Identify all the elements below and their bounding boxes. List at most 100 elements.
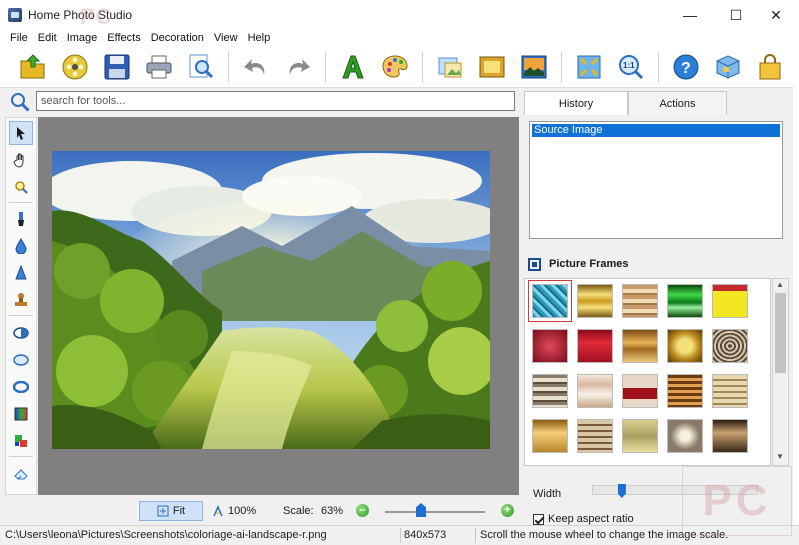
sharpen-tool[interactable] [9, 261, 33, 285]
undo-button[interactable] [240, 51, 272, 83]
text-a-icon [342, 55, 364, 78]
frame-thumbnail[interactable] [532, 329, 568, 363]
menu-edit[interactable]: Edit [33, 32, 62, 44]
checkbox-checked-icon[interactable] [533, 513, 544, 525]
history-list: Source Image [529, 121, 783, 239]
frame-thumbnail[interactable] [577, 419, 613, 453]
zoom-100-button[interactable]: 100% [212, 501, 268, 521]
blur-tool[interactable] [9, 234, 33, 258]
zoom-out-button[interactable]: – [356, 504, 369, 517]
save-button[interactable] [101, 51, 133, 83]
frame-thumbnail[interactable] [532, 419, 568, 453]
image-canvas[interactable] [38, 117, 519, 495]
frame-thumbnail[interactable] [667, 284, 703, 318]
package-button[interactable] [712, 51, 744, 83]
scroll-up-icon[interactable]: ▲ [776, 280, 784, 289]
zoom-100-icon [213, 505, 223, 517]
tab-actions-label: Actions [659, 97, 696, 110]
maximize-icon: ☐ [729, 6, 743, 23]
width-slider-thumb[interactable] [617, 484, 626, 498]
tab-history[interactable]: History [524, 91, 628, 115]
frame-thumbnail[interactable] [667, 329, 703, 363]
scale-slider-track[interactable] [385, 511, 485, 513]
frame-thumbnail[interactable] [577, 374, 613, 408]
menu-help[interactable]: Help [243, 32, 276, 44]
frame-thumbnail[interactable] [622, 329, 658, 363]
frame-thumbnail[interactable] [622, 374, 658, 408]
ellipse-select-tool[interactable] [9, 348, 33, 372]
print-button[interactable] [143, 51, 175, 83]
brush-tool[interactable] [9, 207, 33, 231]
landscape-button[interactable] [518, 51, 550, 83]
save-disk-icon [104, 54, 130, 79]
text-button[interactable] [337, 51, 369, 83]
frames-scrollbar[interactable]: ▲ ▼ [772, 278, 789, 466]
tool-separator [9, 315, 33, 316]
close-button[interactable]: ✕ [753, 0, 799, 30]
frame-button[interactable] [476, 51, 508, 83]
title-bar: Home Photo Studio PC — ☐ ✕ [0, 0, 799, 30]
drop-blur-icon [15, 238, 27, 254]
frame-thumbnail[interactable] [622, 419, 658, 453]
watermark-small: PC [80, 4, 113, 29]
color-swap-icon [15, 435, 27, 447]
keep-aspect-checkbox[interactable]: Keep aspect ratio [533, 513, 634, 525]
frame-thumbnail[interactable] [712, 284, 748, 318]
menu-image[interactable]: Image [62, 32, 103, 44]
fit-window-button[interactable] [573, 51, 605, 83]
ring-select-tool[interactable] [9, 375, 33, 399]
status-file-path: C:\Users\leona\Pictures\Screenshots\colo… [5, 529, 327, 541]
status-bar: C:\Users\leona\Pictures\Screenshots\colo… [0, 525, 799, 545]
shop-button[interactable] [754, 51, 786, 83]
frame-thumbnail[interactable] [528, 280, 572, 322]
frames-header: Picture Frames [522, 253, 793, 275]
redo-arrow-icon [289, 58, 310, 75]
app-icon [8, 8, 22, 22]
stamp-tool[interactable] [9, 288, 33, 312]
frame-thumbnail[interactable] [577, 329, 613, 363]
zoom-tool[interactable] [9, 175, 33, 199]
actual-size-button[interactable]: 1:1 [615, 51, 647, 83]
tab-history-label: History [558, 97, 594, 110]
frame-thumbnail[interactable] [667, 374, 703, 408]
palette-button[interactable] [379, 51, 411, 83]
tab-actions[interactable]: Actions [628, 91, 727, 115]
package-icon [716, 54, 740, 79]
frame-thumbnail[interactable] [712, 329, 748, 363]
toolbar-separator [325, 50, 326, 83]
menu-effects[interactable]: Effects [102, 32, 145, 44]
menu-decoration[interactable]: Decoration [146, 32, 209, 44]
frame-thumbnail[interactable] [667, 419, 703, 453]
frames-scroll-thumb[interactable] [775, 293, 786, 373]
tool-palette [5, 117, 37, 495]
preview-button[interactable] [185, 51, 217, 83]
eraser-tool[interactable] [9, 462, 33, 486]
zoom-in-button[interactable]: + [501, 504, 514, 517]
open-button[interactable] [17, 51, 49, 83]
media-button[interactable] [59, 51, 91, 83]
select-tool[interactable] [9, 121, 33, 145]
scale-slider-thumb[interactable] [416, 503, 426, 517]
search-input[interactable] [36, 91, 515, 111]
frame-thumbnail[interactable] [532, 374, 568, 408]
half-eraser-tool[interactable] [9, 321, 33, 345]
frame-thumbnail[interactable] [712, 374, 748, 408]
frame-thumbnail[interactable] [622, 284, 658, 318]
color-swap-tool[interactable] [9, 429, 33, 453]
fit-button[interactable]: Fit [139, 501, 203, 521]
ellipse-select-icon [13, 354, 29, 366]
menu-file[interactable]: File [0, 32, 33, 44]
scroll-down-icon[interactable]: ▼ [776, 452, 784, 461]
pan-tool[interactable] [9, 148, 33, 172]
frame-thumbnail[interactable] [577, 284, 613, 318]
panel-tabs: History Actions [524, 91, 727, 115]
help-button[interactable]: ? [670, 51, 702, 83]
frame-thumbnail[interactable] [712, 419, 748, 453]
open-folder-icon [20, 53, 45, 78]
history-item[interactable]: Source Image [532, 124, 780, 137]
menu-view[interactable]: View [209, 32, 243, 44]
redo-button[interactable] [282, 51, 314, 83]
image-adjust-button[interactable] [434, 51, 466, 83]
gradient-tool[interactable] [9, 402, 33, 426]
minimize-button[interactable]: — [667, 0, 713, 30]
